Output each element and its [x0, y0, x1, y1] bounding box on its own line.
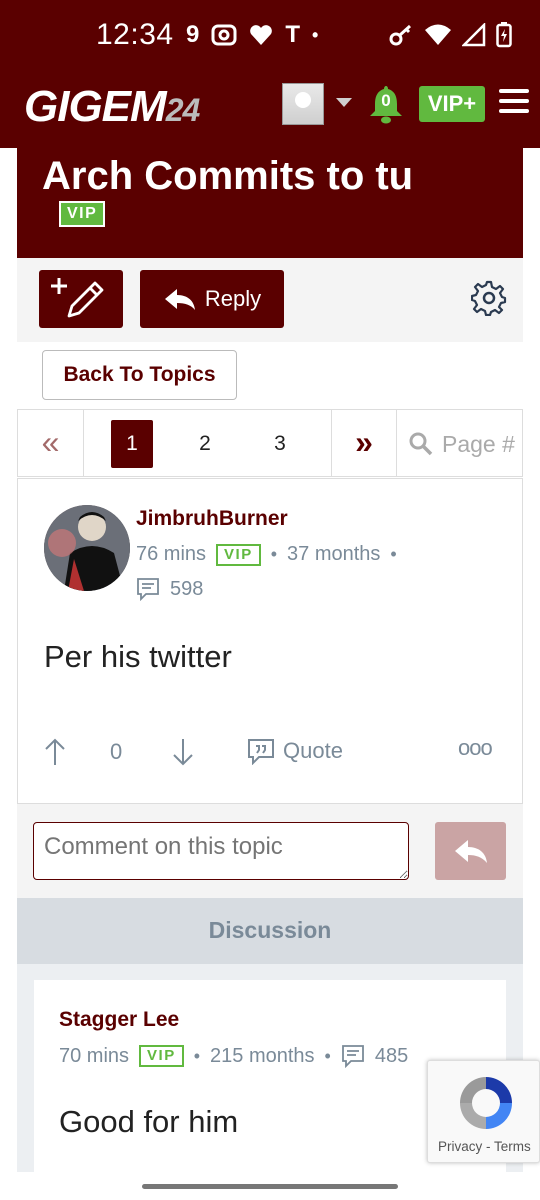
back-to-topics-button[interactable]: Back To Topics — [42, 350, 237, 400]
vip-plus-button[interactable]: VIP+ — [419, 86, 485, 122]
battery-charging-icon — [496, 22, 512, 48]
recaptcha-badge[interactable]: Privacy - Terms — [427, 1060, 540, 1163]
heart-icon — [250, 25, 273, 45]
author-tenure: 37 months — [287, 543, 381, 565]
post-body: Per his twitter — [44, 639, 232, 674]
notification-t-icon: T — [285, 21, 301, 48]
original-post: JimbruhBurner 76 mins VIP • 37 months • … — [17, 478, 523, 804]
send-comment-button[interactable] — [435, 822, 506, 880]
key-icon — [389, 24, 412, 46]
signal-icon — [462, 23, 486, 47]
discussion-header: Discussion — [17, 898, 523, 964]
upvote-icon[interactable] — [44, 737, 66, 767]
reply-time: 70 mins — [59, 1044, 130, 1067]
reply-button[interactable]: Reply — [140, 270, 284, 328]
post-actions: 0 Quote ooo — [44, 735, 500, 773]
post-author[interactable]: JimbruhBurner — [136, 507, 288, 531]
reply-label: Reply — [204, 286, 262, 311]
comment-input[interactable] — [33, 822, 409, 880]
comment-count-icon — [341, 1045, 364, 1068]
home-indicator[interactable] — [142, 1184, 398, 1189]
search-icon — [409, 432, 433, 456]
page-number-input[interactable]: Page # — [408, 428, 522, 460]
topic-title: Arch Commits to tu — [42, 154, 414, 198]
comment-count-icon — [137, 578, 159, 601]
page-2-button[interactable]: 2 — [184, 420, 226, 468]
recaptcha-links: Privacy - Terms — [438, 1139, 531, 1154]
notification-count: 0 — [381, 91, 391, 110]
reply-icon — [164, 289, 195, 310]
author-post-count: 598 — [170, 577, 204, 600]
reply-author[interactable]: Stagger Lee — [59, 1008, 179, 1032]
new-post-button[interactable] — [39, 270, 123, 328]
status-system-icons — [388, 22, 512, 48]
site-logo[interactable]: GIGEM24 — [24, 82, 200, 132]
recaptcha-logo-icon — [460, 1077, 512, 1129]
first-page-button[interactable]: « — [18, 410, 84, 476]
quote-label: Quote — [283, 738, 343, 763]
pagination: « 1 2 3 » Page # — [17, 409, 523, 477]
quote-button[interactable]: Quote — [247, 737, 343, 765]
topic-title-banner: Arch Commits to tu VIP — [17, 148, 523, 258]
status-notification-icons: 9 T • — [186, 20, 318, 50]
menu-icon[interactable] — [499, 89, 529, 113]
status-time: 12:34 — [96, 18, 174, 51]
post-count-row: 598 — [136, 577, 203, 601]
avatar-photo — [44, 505, 130, 591]
vote-count: 0 — [110, 739, 123, 764]
terms-link[interactable]: Terms — [494, 1139, 531, 1154]
post-time: 76 mins — [136, 543, 207, 565]
notification-dot-icon: • — [312, 25, 319, 45]
quote-icon — [248, 739, 274, 765]
topic-toolbar: Reply — [17, 258, 523, 342]
vip-badge: VIP — [216, 543, 261, 566]
reply-icon — [455, 840, 487, 863]
status-bar: 12:34 9 T • — [0, 0, 540, 72]
reply-body: Good for him — [59, 1104, 239, 1139]
privacy-link[interactable]: Privacy — [438, 1139, 482, 1154]
page-3-button[interactable]: 3 — [259, 420, 301, 468]
reply-meta: 70 mins VIP • 215 months • 485 — [59, 1044, 409, 1068]
edit-plus-icon — [51, 278, 104, 318]
more-options-icon[interactable]: ooo — [458, 735, 493, 761]
comment-bar — [17, 804, 523, 898]
vip-badge: VIP — [139, 1045, 184, 1067]
gesture-nav-bar — [0, 1172, 540, 1200]
chevron-down-icon[interactable] — [336, 98, 352, 107]
reply-author-tenure: 215 months — [210, 1044, 315, 1067]
notification-9-icon: 9 — [186, 21, 200, 48]
vip-badge: VIP — [59, 201, 106, 227]
app-header: GIGEM24 0 VIP+ — [0, 72, 540, 148]
wifi-icon — [425, 24, 451, 45]
author-avatar[interactable] — [44, 505, 130, 591]
downvote-icon[interactable] — [172, 737, 194, 767]
last-page-button[interactable]: » — [331, 410, 397, 476]
reply-author-post-count: 485 — [374, 1044, 409, 1067]
page-1-button[interactable]: 1 — [111, 420, 153, 468]
post-meta: 76 mins VIP • 37 months • — [136, 543, 397, 566]
page-number-placeholder: Page # — [442, 430, 515, 457]
user-avatar[interactable] — [282, 83, 324, 125]
instagram-icon — [211, 24, 237, 46]
gear-icon[interactable] — [471, 280, 507, 316]
